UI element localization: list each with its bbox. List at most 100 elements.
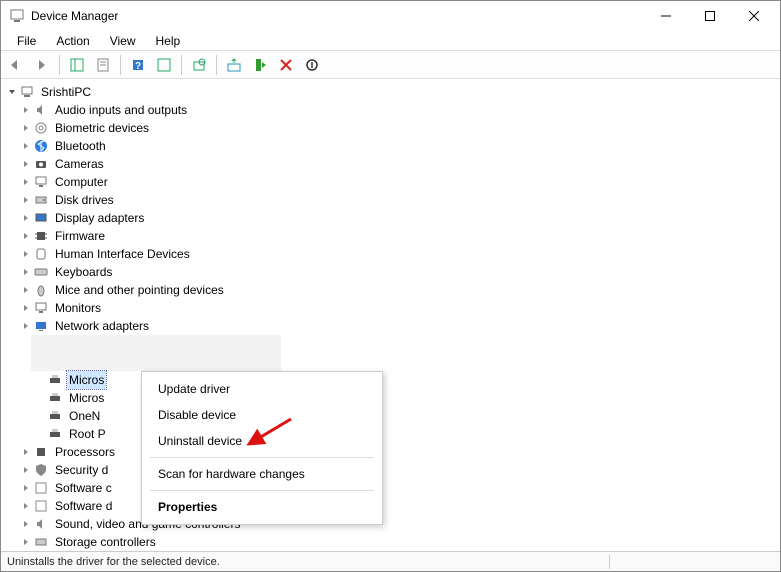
chevron-right-icon[interactable] [19, 463, 33, 477]
minimize-button[interactable] [644, 2, 688, 30]
tree-node[interactable]: Keyboards [5, 263, 776, 281]
uninstall-device-button[interactable] [275, 54, 297, 76]
tree-node[interactable]: Processors [5, 443, 776, 461]
cpu-icon [33, 444, 49, 460]
camera-icon [33, 156, 49, 172]
tree-node-label: Security d [53, 461, 110, 479]
chevron-right-icon[interactable] [19, 445, 33, 459]
chevron-right-icon[interactable] [19, 157, 33, 171]
properties-button[interactable] [92, 54, 114, 76]
chevron-right-icon[interactable] [19, 139, 33, 153]
tree-root[interactable]: SrishtiPC [5, 83, 776, 101]
chevron-right-icon[interactable] [19, 193, 33, 207]
menu-file[interactable]: File [7, 32, 46, 50]
context-properties[interactable]: Properties [142, 494, 382, 520]
tree-leaf[interactable]: Micros [5, 389, 776, 407]
tree-node[interactable]: Firmware [5, 227, 776, 245]
tree-node[interactable]: Disk drives [5, 191, 776, 209]
disable-device-button[interactable] [301, 54, 323, 76]
tree-node[interactable]: Monitors [5, 299, 776, 317]
chevron-right-icon[interactable] [19, 211, 33, 225]
chevron-right-icon[interactable] [19, 175, 33, 189]
hid-icon [33, 246, 49, 262]
tree-node-label: Network adapters [53, 317, 151, 335]
tree-node[interactable]: Computer [5, 173, 776, 191]
chip-icon [33, 228, 49, 244]
chevron-right-icon[interactable] [19, 499, 33, 513]
tree-node[interactable]: Bluetooth [5, 137, 776, 155]
scan-hardware-button[interactable] [188, 54, 210, 76]
chevron-right-icon[interactable] [19, 265, 33, 279]
tree-node-label: Biometric devices [53, 119, 151, 137]
redacted-region [31, 335, 281, 371]
action-button[interactable] [153, 54, 175, 76]
tree-node[interactable]: Display adapters [5, 209, 776, 227]
tree-node-label: Display adapters [53, 209, 146, 227]
svg-text:?: ? [135, 61, 141, 72]
storage-icon [33, 534, 49, 550]
tree-leaf-label: Root P [67, 425, 108, 443]
tree-node-label: Keyboards [53, 263, 114, 281]
software-icon [33, 480, 49, 496]
window-controls [644, 2, 776, 30]
menu-action[interactable]: Action [46, 32, 99, 50]
tree-node[interactable]: Cameras [5, 155, 776, 173]
chevron-right-icon[interactable] [19, 535, 33, 549]
context-uninstall-device[interactable]: Uninstall device [142, 428, 382, 454]
toolbar-separator [59, 55, 60, 75]
tree-leaf-label: Micros [67, 371, 106, 389]
show-hide-tree-button[interactable] [66, 54, 88, 76]
context-scan-changes[interactable]: Scan for hardware changes [142, 461, 382, 487]
toolbar: ? [1, 51, 780, 79]
forward-button[interactable] [31, 54, 53, 76]
tree-node[interactable]: Software d [5, 497, 776, 515]
tree-node[interactable]: Human Interface Devices [5, 245, 776, 263]
maximize-button[interactable] [688, 2, 732, 30]
chevron-right-icon[interactable] [19, 319, 33, 333]
chevron-right-icon[interactable] [19, 121, 33, 135]
tree-node-label: Audio inputs and outputs [53, 101, 189, 119]
tree-leaf[interactable]: Micros [5, 371, 776, 389]
device-tree: SrishtiPC Audio inputs and outputs Biome… [5, 83, 776, 551]
tree-node-label: Bluetooth [53, 137, 108, 155]
statusbar-separator [609, 555, 610, 569]
tree-node[interactable]: Software c [5, 479, 776, 497]
tree-node[interactable]: Security d [5, 461, 776, 479]
device-tree-pane[interactable]: SrishtiPC Audio inputs and outputs Biome… [1, 79, 780, 551]
tree-node[interactable]: Audio inputs and outputs [5, 101, 776, 119]
drive-icon [33, 192, 49, 208]
chevron-right-icon[interactable] [19, 301, 33, 315]
tree-node-label: Storage controllers [53, 533, 158, 551]
menu-help[interactable]: Help [146, 32, 191, 50]
update-driver-button[interactable] [223, 54, 245, 76]
context-update-driver[interactable]: Update driver [142, 376, 382, 402]
speaker-icon [33, 516, 49, 532]
tree-leaf[interactable]: OneN [5, 407, 776, 425]
context-separator [150, 457, 374, 458]
chevron-right-icon[interactable] [19, 481, 33, 495]
devmgr-app-icon [9, 8, 25, 24]
enable-device-button[interactable] [249, 54, 271, 76]
close-button[interactable] [732, 2, 776, 30]
context-disable-device[interactable]: Disable device [142, 402, 382, 428]
menu-view[interactable]: View [100, 32, 146, 50]
statusbar: Uninstalls the driver for the selected d… [1, 551, 780, 571]
tree-node[interactable]: Storage controllers [5, 533, 776, 551]
chevron-right-icon[interactable] [19, 103, 33, 117]
keyboard-icon [33, 264, 49, 280]
help-button[interactable]: ? [127, 54, 149, 76]
tree-node-label: Firmware [53, 227, 107, 245]
tree-node[interactable]: Sound, video and game controllers [5, 515, 776, 533]
chevron-right-icon[interactable] [19, 247, 33, 261]
tree-leaf[interactable]: Root P [5, 425, 776, 443]
back-button[interactable] [5, 54, 27, 76]
tree-node[interactable]: Biometric devices [5, 119, 776, 137]
chevron-down-icon[interactable] [5, 85, 19, 99]
tree-node[interactable]: Mice and other pointing devices [5, 281, 776, 299]
chevron-right-icon[interactable] [19, 283, 33, 297]
chevron-right-icon[interactable] [19, 229, 33, 243]
printer-icon [47, 390, 63, 406]
chevron-right-icon[interactable] [19, 517, 33, 531]
shield-icon [33, 462, 49, 478]
tree-node[interactable]: Network adapters [5, 317, 776, 335]
